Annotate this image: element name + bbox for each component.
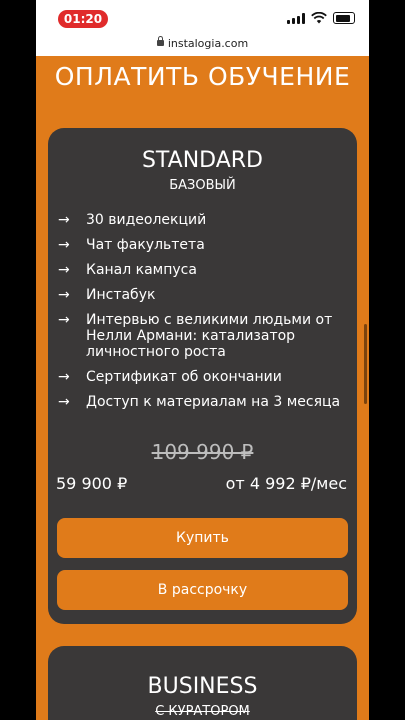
page-title: ОПЛАТИТЬ ОБУЧЕНИЕ xyxy=(54,62,351,91)
feature-item: → Чат факультета xyxy=(58,237,348,253)
feature-text: Канал кампуса xyxy=(86,262,197,278)
arrow-right-icon: → xyxy=(58,287,70,303)
feature-list: → 30 видеолекций → Чат факультета → Канал к… xyxy=(58,212,348,419)
arrow-right-icon: → xyxy=(58,394,70,410)
feature-item: → Канал кампуса xyxy=(58,262,348,278)
feature-item: → Интервью с великими людьми от Нелли Арм… xyxy=(58,312,348,360)
plan-card-business: BUSINESS С КУРАТОРОМ xyxy=(48,646,357,720)
plan-subtitle: БАЗОВЫЙ xyxy=(169,178,236,193)
feature-text: Чат факультета xyxy=(86,237,205,253)
scrollbar[interactable] xyxy=(364,324,367,404)
lock-icon xyxy=(156,36,164,46)
feature-text: Интервью с великими людьми от Нелли Арма… xyxy=(86,312,333,360)
arrow-right-icon: → xyxy=(58,237,70,253)
feature-item: → Сертификат об окончании xyxy=(58,369,348,385)
plan-name: BUSINESS xyxy=(147,674,258,699)
signal-icon xyxy=(287,12,305,24)
installment-button[interactable]: В рассрочку xyxy=(57,570,348,610)
status-icons xyxy=(287,12,355,24)
arrow-right-icon: → xyxy=(58,212,70,228)
status-time: 01:20 xyxy=(58,10,108,28)
installment-price: от 4 992 ₽/мес xyxy=(225,474,347,493)
arrow-right-icon: → xyxy=(58,262,70,278)
price: 59 900 ₽ xyxy=(56,474,128,493)
phone-screen: 01:20 instalogia.com ОПЛАТИТЬ ОБУЧЕНИЕ S… xyxy=(36,0,369,720)
feature-item: → 30 видеолекций xyxy=(58,212,348,228)
feature-item: → Инстабук xyxy=(58,287,348,303)
plan-card-standard: STANDARD БАЗОВЫЙ → 30 видеолекций → Чат фа… xyxy=(48,128,357,624)
plan-name: STANDARD xyxy=(141,148,264,173)
arrow-right-icon: → xyxy=(58,312,70,328)
buy-button[interactable]: Купить xyxy=(57,518,348,558)
wifi-icon xyxy=(311,12,327,24)
feature-text: 30 видеолекций xyxy=(86,212,207,228)
feature-text: Инстабук xyxy=(86,287,156,303)
feature-item: → Доступ к материалам на 3 месяца xyxy=(58,394,348,410)
url-text: instalogia.com xyxy=(167,37,249,50)
feature-text: Сертификат об окончании xyxy=(86,369,282,385)
plan-subtitle: С КУРАТОРОМ xyxy=(155,704,250,719)
status-bar: 01:20 xyxy=(36,0,369,36)
arrow-right-icon: → xyxy=(58,369,70,385)
battery-icon xyxy=(333,12,355,24)
feature-text: Доступ к материалам на 3 месяца xyxy=(86,394,341,410)
old-price: 109 990 ₽ xyxy=(151,440,254,464)
url-bar[interactable]: instalogia.com xyxy=(36,36,369,56)
